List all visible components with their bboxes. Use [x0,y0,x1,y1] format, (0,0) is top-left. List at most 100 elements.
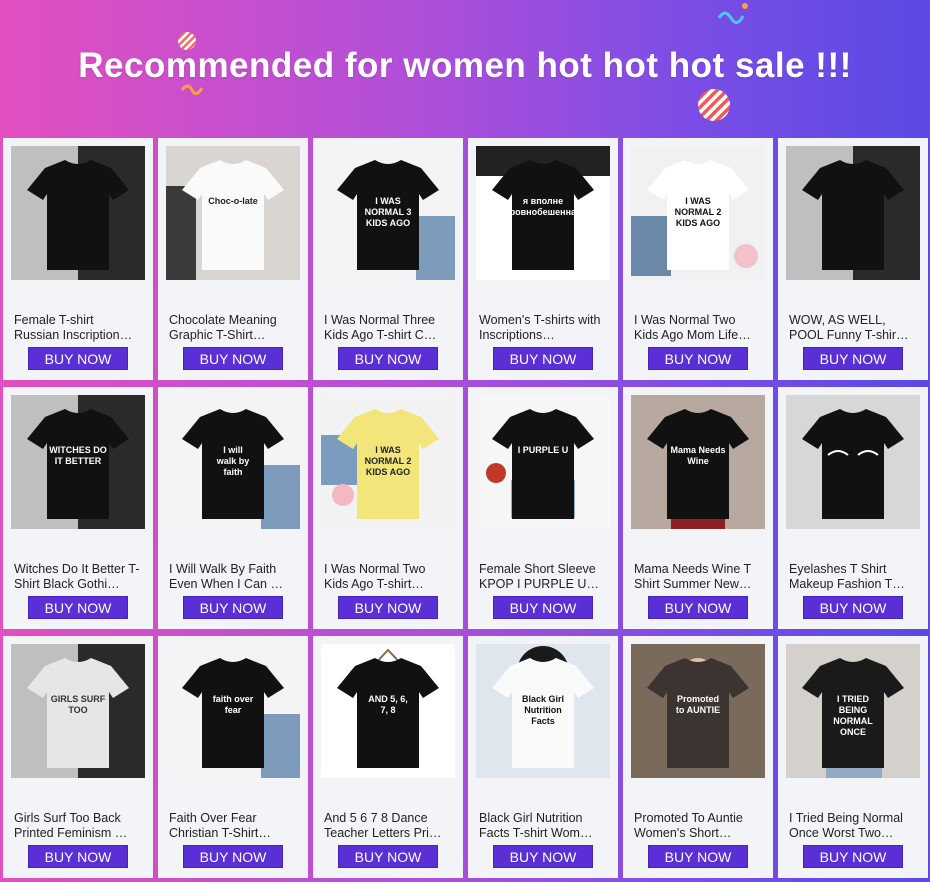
product-image[interactable]: faith overfear [166,644,300,778]
product-card[interactable]: I WAS NORMAL 3 KIDS AGO I Was Normal Three… [313,138,463,380]
product-card[interactable]: WITCHES DO IT BETTER Witches Do It Better… [3,387,153,629]
svg-text:fear: fear [225,705,242,715]
product-image[interactable]: I willwalk byfaith [166,395,300,529]
product-image[interactable] [786,146,920,280]
buy-now-button[interactable]: BUY NOW [493,845,593,868]
svg-text:TOO: TOO [68,705,87,715]
product-image[interactable]: Promotedto AUNTIE [631,644,765,778]
product-title[interactable]: And 5 6 7 8 Dance Teacher Letters Pri… [324,811,452,841]
svg-text:7, 8: 7, 8 [380,705,395,715]
product-image[interactable] [786,395,920,529]
product-title[interactable]: Female T-shirt Russian Inscription… [14,313,142,343]
product-card[interactable]: Female T-shirt Russian Inscription… BUY N… [3,138,153,380]
svg-text:I PURPLE U: I PURPLE U [518,445,569,455]
product-card[interactable]: WOW, AS WELL, POOL Funny T-shir… BUY NOW [778,138,928,380]
svg-text:NORMAL: NORMAL [833,716,873,726]
product-title[interactable]: Mama Needs Wine T Shirt Summer New… [634,562,762,592]
buy-now-button[interactable]: BUY NOW [803,596,903,619]
product-image[interactable]: AND 5, 6,7, 8 [321,644,455,778]
product-image[interactable]: Black GirlNutritionFacts [476,644,610,778]
product-image-wrapper[interactable] [786,395,920,529]
product-image-wrapper[interactable]: Black Girl Nutrition Facts [476,644,610,778]
product-image[interactable]: I PURPLE U [476,395,610,529]
product-title[interactable]: Faith Over Fear Christian T-Shirt… [169,811,297,841]
svg-text:Promoted: Promoted [677,694,719,704]
product-image-wrapper[interactable]: WITCHES DO IT BETTER [11,395,145,529]
product-card[interactable]: I PURPLE U Female Short Sleeve KPOP I PU… [468,387,618,629]
product-title[interactable]: Girls Surf Too Back Printed Feminism … [14,811,142,841]
product-image-wrapper[interactable]: я вполне уровнобешенная [476,146,610,280]
buy-now-button[interactable]: BUY NOW [338,347,438,370]
product-card[interactable]: Choc-o-late Chocolate Meaning Graphic T-… [158,138,308,380]
product-image-wrapper[interactable]: GIRLS SURF TOO [11,644,145,778]
svg-text:KIDS AGO: KIDS AGO [676,218,720,228]
product-title[interactable]: I Will Walk By Faith Even When I Can … [169,562,297,592]
product-title[interactable]: Eyelashes T Shirt Makeup Fashion T… [789,562,917,592]
buy-now-button[interactable]: BUY NOW [803,347,903,370]
buy-now-button[interactable]: BUY NOW [28,845,128,868]
product-card[interactable]: я вполне уровнобешенная Women's T-shirts … [468,138,618,380]
product-image-wrapper[interactable] [786,146,920,280]
product-image[interactable]: Choc-o-late [166,146,300,280]
product-image[interactable]: WITCHES DOIT BETTER [11,395,145,529]
product-image-wrapper[interactable]: I PURPLE U [476,395,610,529]
product-image-wrapper[interactable]: AND 5, 6, 7, 8 [321,644,455,778]
product-image-wrapper[interactable]: Mama Needs Wine [631,395,765,529]
product-card[interactable]: Mama Needs Wine Mama Needs Wine T Shirt S… [623,387,773,629]
product-card[interactable]: I TRIED BEING NORMAL ONCE I Tried Being Nor… [778,636,928,878]
product-title[interactable]: Women's T-shirts with Inscriptions… [479,313,607,343]
product-card[interactable]: I WAS NORMAL 2 KIDS AGO I Was Normal Two K… [313,387,463,629]
product-image-wrapper[interactable]: I TRIED BEING NORMAL ONCE [786,644,920,778]
product-image-wrapper[interactable]: Promoted to AUNTIE [631,644,765,778]
product-image[interactable]: Mama NeedsWine [631,395,765,529]
product-title[interactable]: I Was Normal Two Kids Ago T-shirt… [324,562,452,592]
buy-now-button[interactable]: BUY NOW [493,347,593,370]
buy-now-button[interactable]: BUY NOW [648,347,748,370]
product-title[interactable]: I Was Normal Three Kids Ago T-shirt C… [324,313,452,343]
buy-now-button[interactable]: BUY NOW [648,845,748,868]
buy-now-button[interactable]: BUY NOW [183,845,283,868]
product-card[interactable]: I WAS NORMAL 2 KIDS AGO I Was Normal Two K… [623,138,773,380]
product-image-wrapper[interactable]: faith over fear [166,644,300,778]
product-image-wrapper[interactable]: Choc-o-late [166,146,300,280]
svg-text:Facts: Facts [531,716,555,726]
product-image[interactable] [11,146,145,280]
product-image-wrapper[interactable]: I WAS NORMAL 2 KIDS AGO [321,395,455,529]
product-image[interactable]: GIRLS SURFTOO [11,644,145,778]
product-image[interactable]: I WASNORMAL 3KIDS AGO [321,146,455,280]
buy-now-button[interactable]: BUY NOW [28,596,128,619]
product-card[interactable]: faith over fear Faith Over Fear Christian… [158,636,308,878]
svg-text:уровнобешенная: уровнобешенная [505,207,582,217]
product-image-wrapper[interactable] [11,146,145,280]
product-title[interactable]: Female Short Sleeve KPOP I PURPLE U… [479,562,607,592]
product-title[interactable]: Promoted To Auntie Women's Short… [634,811,762,841]
product-title[interactable]: Black Girl Nutrition Facts T-shirt Wom… [479,811,607,841]
product-image[interactable]: I WASNORMAL 2KIDS AGO [631,146,765,280]
product-card[interactable]: I will walk by faith I Will Walk By Faith … [158,387,308,629]
product-image-wrapper[interactable]: I WAS NORMAL 3 KIDS AGO [321,146,455,280]
product-card[interactable]: Black Girl Nutrition Facts Black Girl Nutr… [468,636,618,878]
buy-now-button[interactable]: BUY NOW [183,347,283,370]
product-image[interactable]: I TRIEDBEINGNORMALONCE [786,644,920,778]
product-card[interactable]: Promoted to AUNTIE Promoted To Auntie Wom… [623,636,773,878]
product-title[interactable]: Witches Do It Better T-Shirt Black Gothi… [14,562,142,592]
banner-title: Recommended for women hot hot hot sale !… [78,46,852,85]
product-image-wrapper[interactable]: I will walk by faith [166,395,300,529]
buy-now-button[interactable]: BUY NOW [803,845,903,868]
product-card[interactable]: Eyelashes T Shirt Makeup Fashion T… BUY N… [778,387,928,629]
buy-now-button[interactable]: BUY NOW [648,596,748,619]
product-title[interactable]: I Was Normal Two Kids Ago Mom Life… [634,313,762,343]
product-title[interactable]: WOW, AS WELL, POOL Funny T-shir… [789,313,917,343]
product-card[interactable]: AND 5, 6, 7, 8 And 5 6 7 8 Dance Teacher … [313,636,463,878]
buy-now-button[interactable]: BUY NOW [338,845,438,868]
buy-now-button[interactable]: BUY NOW [183,596,283,619]
product-image-wrapper[interactable]: I WAS NORMAL 2 KIDS AGO [631,146,765,280]
buy-now-button[interactable]: BUY NOW [338,596,438,619]
product-title[interactable]: I Tried Being Normal Once Worst Two… [789,811,917,841]
product-title[interactable]: Chocolate Meaning Graphic T-Shirt… [169,313,297,343]
product-image[interactable]: я вполнеуровнобешенная [476,146,610,280]
buy-now-button[interactable]: BUY NOW [28,347,128,370]
product-card[interactable]: GIRLS SURF TOO Girls Surf Too Back Printe… [3,636,153,878]
product-image[interactable]: I WASNORMAL 2KIDS AGO [321,395,455,529]
buy-now-button[interactable]: BUY NOW [493,596,593,619]
